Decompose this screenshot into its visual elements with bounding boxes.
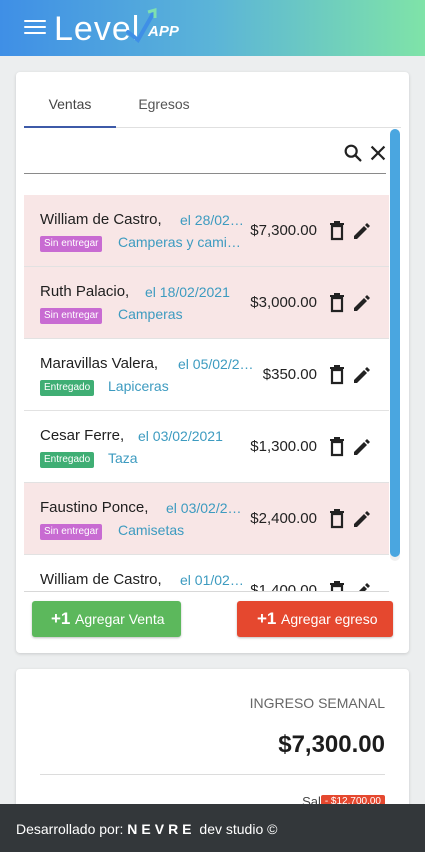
tab-indicator bbox=[24, 126, 116, 128]
sale-date: el 28/02/2021 bbox=[180, 212, 246, 228]
plus-one-icon: +1 bbox=[257, 609, 277, 628]
sale-amount: $3,000.00 bbox=[250, 294, 317, 311]
add-expense-button[interactable]: +1 Agregar egreso bbox=[237, 601, 393, 637]
delete-icon[interactable] bbox=[329, 221, 345, 241]
delete-icon[interactable] bbox=[329, 437, 345, 457]
status-badge: Entregado bbox=[40, 452, 95, 468]
delete-icon[interactable] bbox=[329, 581, 345, 591]
status-badge: Entregado bbox=[40, 380, 95, 396]
sale-date: el 18/02/2021 bbox=[145, 284, 230, 300]
weekly-income-value: $7,300.00 bbox=[278, 731, 385, 758]
edit-icon[interactable] bbox=[352, 437, 372, 457]
add-expense-label: Agregar egreso bbox=[281, 611, 378, 627]
client-name: Maravillas Valera, bbox=[40, 355, 159, 372]
client-name: Faustino Ponce, bbox=[40, 499, 149, 516]
tab-egresos[interactable]: Egresos bbox=[116, 72, 212, 128]
sale-amount: $7,300.00 bbox=[250, 222, 317, 239]
tab-ventas[interactable]: Ventas bbox=[24, 72, 116, 128]
list-item[interactable]: Cesar Ferre, el 03/02/2021 Entregado Taz… bbox=[24, 411, 389, 483]
edit-icon[interactable] bbox=[352, 509, 372, 529]
menu-icon[interactable] bbox=[24, 20, 46, 38]
list-item[interactable]: Faustino Ponce, el 03/02/2021 Sin entreg… bbox=[24, 483, 389, 555]
divider bbox=[40, 774, 385, 775]
status-badge: Sin entregar bbox=[40, 236, 103, 252]
client-name: William de Castro, bbox=[40, 211, 162, 228]
delete-icon[interactable] bbox=[329, 293, 345, 313]
list-item[interactable]: Ruth Palacio, el 18/02/2021 Sin entregar… bbox=[24, 267, 389, 339]
sale-date: el 05/02/2021 bbox=[178, 356, 258, 372]
footer-credit: Desarrollado por: NEVRE dev studio © bbox=[16, 821, 277, 837]
client-name: William de Castro, bbox=[40, 571, 162, 588]
search-icon[interactable] bbox=[342, 142, 364, 164]
product-name: Camisetas bbox=[118, 522, 185, 538]
footer-prefix: Desarrollado por: bbox=[16, 821, 128, 837]
footer-suffix: dev studio © bbox=[195, 821, 278, 837]
edit-icon[interactable] bbox=[352, 293, 372, 313]
product-name: Lapiceras bbox=[108, 378, 169, 394]
tab-bar: Ventas Egresos bbox=[24, 72, 401, 128]
list-item[interactable]: William de Castro, el 01/02/2021 $1,400.… bbox=[24, 555, 389, 591]
client-name: Ruth Palacio, bbox=[40, 283, 130, 300]
edit-icon[interactable] bbox=[352, 365, 372, 385]
status-badge: Sin entregar bbox=[40, 524, 103, 540]
sale-amount: $2,400.00 bbox=[250, 510, 317, 527]
edit-icon[interactable] bbox=[352, 581, 372, 591]
sale-amount: $1,400.00 bbox=[250, 582, 317, 591]
product-name: Camperas bbox=[118, 306, 183, 322]
weekly-income-label: INGRESO SEMANAL bbox=[249, 695, 385, 711]
client-name: Cesar Ferre, bbox=[40, 427, 125, 444]
status-badge: Sin entregar bbox=[40, 308, 103, 324]
sales-list: William de Castro, el 28/02/2021 Sin ent… bbox=[24, 195, 389, 591]
sale-date: el 01/02/2021 bbox=[180, 572, 246, 588]
add-sale-button[interactable]: +1 Agregar Venta bbox=[32, 601, 181, 637]
delete-icon[interactable] bbox=[329, 365, 345, 385]
product-name: Camperas y camisetas bbox=[118, 234, 246, 250]
add-sale-label: Agregar Venta bbox=[75, 611, 165, 627]
logo-sub: APP bbox=[148, 23, 179, 40]
footer-bar: Desarrollado por: NEVRE dev studio © bbox=[0, 804, 425, 852]
list-item[interactable]: William de Castro, el 28/02/2021 Sin ent… bbox=[24, 195, 389, 267]
delete-icon[interactable] bbox=[329, 509, 345, 529]
search-input[interactable] bbox=[24, 132, 324, 172]
sale-date: el 03/02/2021 bbox=[138, 428, 223, 444]
list-item[interactable]: Maravillas Valera, el 05/02/2021 Entrega… bbox=[24, 339, 389, 411]
app-bar: Level APP bbox=[0, 0, 425, 56]
sale-date: el 03/02/2021 bbox=[166, 500, 244, 516]
search-bar bbox=[24, 132, 386, 174]
scrollbar-thumb[interactable] bbox=[390, 129, 400, 557]
transactions-card: Ventas Egresos William de Castro, el 28/… bbox=[16, 72, 409, 653]
sale-amount: $1,300.00 bbox=[250, 438, 317, 455]
plus-one-icon: +1 bbox=[51, 609, 71, 628]
divider bbox=[24, 591, 389, 592]
sale-amount: $350.00 bbox=[262, 366, 317, 383]
footer-brand[interactable]: NEVRE bbox=[127, 821, 195, 837]
edit-icon[interactable] bbox=[352, 221, 372, 241]
close-icon[interactable] bbox=[367, 142, 389, 164]
list-scrollbar[interactable] bbox=[390, 129, 400, 561]
product-name: Taza bbox=[108, 450, 138, 466]
